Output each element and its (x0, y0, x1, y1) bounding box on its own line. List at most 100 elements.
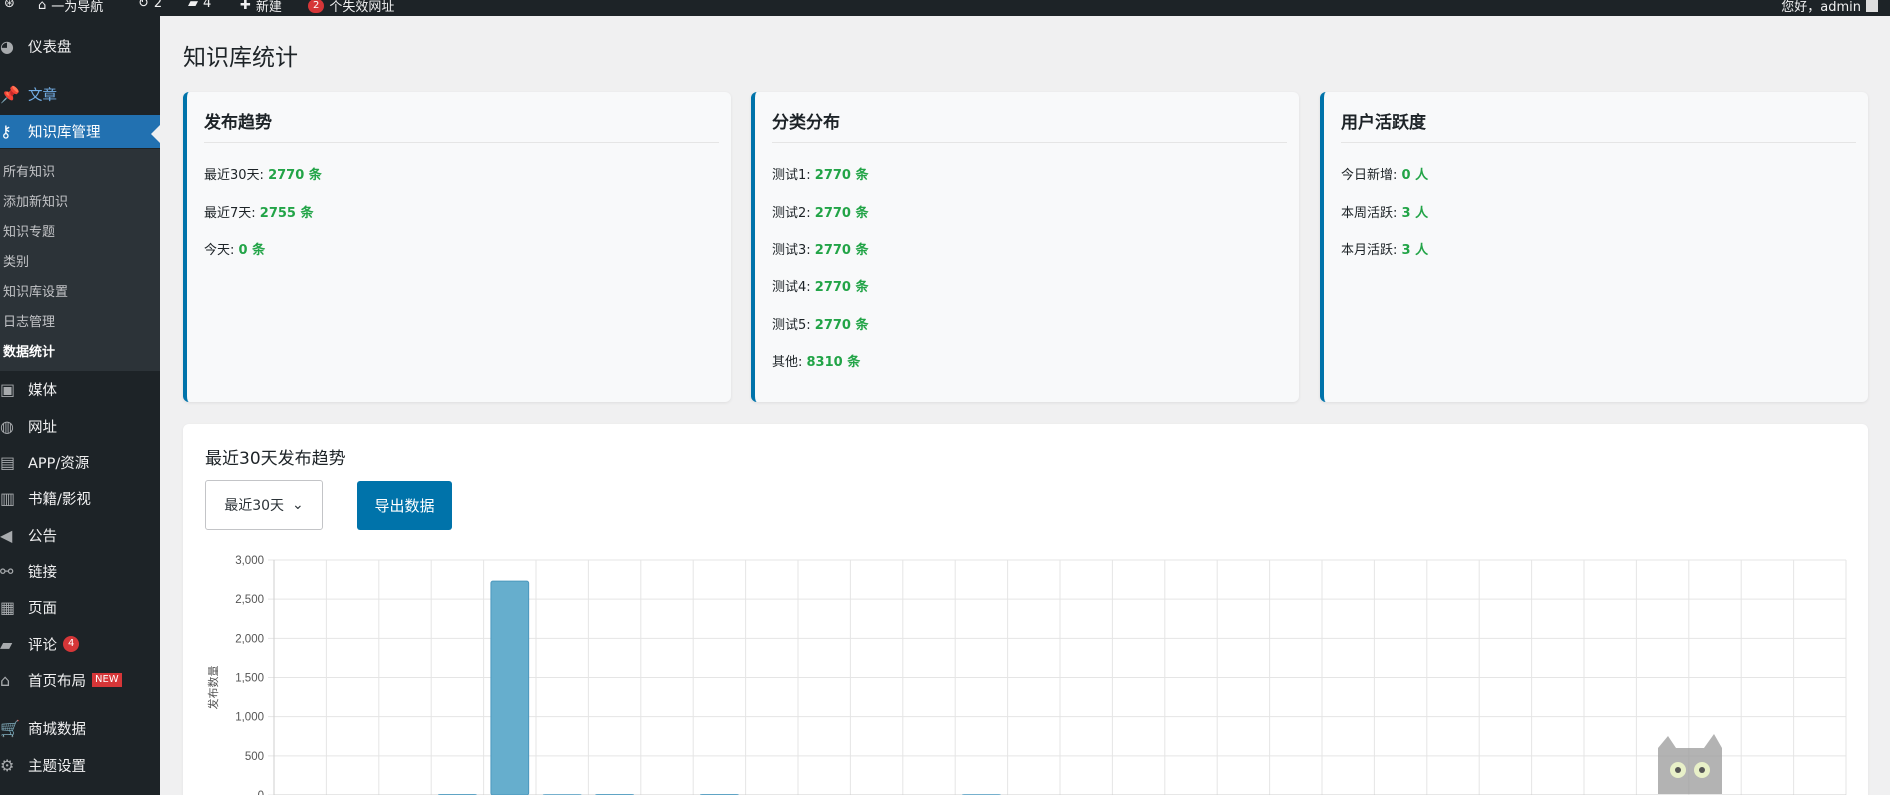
stat-label: 最近7天: (204, 206, 260, 221)
submenu-statistics[interactable]: 数据统计 (3, 341, 55, 360)
broken-count-badge: 2 (308, 0, 325, 13)
account-menu[interactable]: 您好，admin (1781, 0, 1878, 15)
menu-label: 网址 (28, 419, 57, 436)
stat-row: 测试1: 2770 条 (772, 164, 869, 183)
stat-row: 最近30天: 2770 条 (204, 164, 322, 183)
stat-row: 测试5: 2770 条 (772, 314, 869, 333)
export-data-button[interactable]: 导出数据 (357, 481, 452, 530)
y-tick-label: 1,500 (235, 673, 264, 685)
submenu-settings[interactable]: 知识库设置 (3, 281, 68, 300)
new-content-link[interactable]: ✚ 新建 (240, 0, 282, 15)
y-tick-label: 3,000 (235, 555, 264, 567)
key-icon: ⚷ (0, 122, 12, 141)
menu-label: 公告 (28, 528, 57, 545)
y-tick-label: 500 (245, 751, 264, 763)
menu-announcements[interactable]: ◀ 公告 (0, 520, 160, 550)
stat-row: 本周活跃: 3 人 (1341, 202, 1428, 221)
menu-home-layout[interactable]: ⌂ 首页布局 NEW (0, 665, 160, 695)
stat-row: 今日新增: 0 人 (1341, 164, 1428, 183)
gear-icon: ⚙ (0, 755, 15, 775)
stat-value: 3 人 (1401, 206, 1429, 221)
app-icon: ▤ (0, 452, 16, 472)
stat-value: 2770 条 (814, 280, 869, 295)
stat-row: 测试2: 2770 条 (772, 202, 869, 221)
menu-pages[interactable]: ▦ 页面 (0, 592, 160, 622)
card-title: 用户活跃度 (1341, 108, 1856, 143)
page-icon: ▦ (0, 597, 16, 617)
menu-theme-settings[interactable]: ⚙ 主题设置 (0, 750, 160, 780)
menu-label: 文章 (28, 87, 57, 104)
stat-row: 最近7天: 2755 条 (204, 202, 314, 221)
globe-icon: ◍ (0, 416, 14, 436)
user-activity-card: 用户活跃度 今日新增: 0 人 本周活跃: 3 人 本月活跃: 3 人 (1320, 92, 1868, 402)
cart-icon: 🛒 (0, 718, 20, 738)
new-label: 新建 (255, 0, 282, 15)
link-icon: ⚯ (0, 561, 14, 581)
media-icon: ▣ (0, 379, 16, 399)
range-select-value: 最近30天 (224, 498, 285, 514)
menu-posts[interactable]: 📌 文章 (0, 79, 160, 109)
bar-chart: 0 500 1,000 1,500 2,000 2,500 3,000 发布数量 (206, 555, 1847, 795)
book-icon: ▥ (0, 488, 16, 508)
site-name-label: 一为导航 (51, 0, 104, 15)
submenu-categories[interactable]: 类别 (3, 251, 29, 270)
menu-label: APP/资源 (28, 455, 90, 472)
stat-label: 本周活跃: (1341, 206, 1402, 221)
submenu-logs[interactable]: 日志管理 (3, 311, 55, 330)
y-axis-label: 发布数量 (206, 666, 220, 710)
y-tick-label: 2,000 (235, 633, 264, 645)
card-title: 分类分布 (772, 108, 1287, 143)
site-name-link[interactable]: ⌂ 一为导航 (38, 0, 103, 15)
stat-value: 2755 条 (259, 206, 314, 221)
stat-value: 2770 条 (814, 168, 869, 183)
broken-links-link[interactable]: 2 个失效网址 (308, 0, 394, 15)
category-distribution-card: 分类分布 测试1: 2770 条 测试2: 2770 条 测试3: 2770 条… (751, 92, 1299, 402)
menu-label: 页面 (28, 600, 57, 617)
cat-mascot-icon (1658, 734, 1722, 794)
updates-link[interactable]: ↻ 2 (138, 0, 162, 11)
menu-comments[interactable]: ▰ 评论 4 (0, 629, 160, 659)
menu-label: 链接 (28, 564, 57, 581)
submenu-all-knowledge[interactable]: 所有知识 (3, 161, 55, 180)
dashboard-icon: ◕ (0, 36, 14, 56)
home-icon: ⌂ (38, 0, 47, 13)
chart-title: 最近30天发布趋势 (205, 449, 346, 469)
stat-value: 8310 条 (806, 355, 861, 370)
admin-bar: ⊛ ⌂ 一为导航 ↻ 2 ▰ 4 ✚ 新建 2 个失效网址 您好，admin (0, 0, 1890, 16)
admin-sidebar: ◕ 仪表盘 📌 文章 ⚷ 知识库管理 所有知识 添加新知识 知识专题 类别 知识… (0, 16, 160, 795)
stat-row: 今天: 0 条 (204, 239, 265, 258)
comments-link[interactable]: ▰ 4 (188, 0, 211, 11)
menu-books[interactable]: ▥ 书籍/影视 (0, 483, 160, 513)
menu-shop-data[interactable]: 🛒 商城数据 (0, 713, 160, 743)
pin-icon: 📌 (0, 84, 20, 104)
menu-links[interactable]: ⚯ 链接 (0, 556, 160, 586)
menu-label: 书籍/影视 (28, 491, 91, 508)
menu-sites[interactable]: ◍ 网址 (0, 411, 160, 441)
stat-label: 最近30天: (204, 168, 269, 183)
stat-value: 2770 条 (814, 243, 869, 258)
plus-icon: ✚ (240, 0, 251, 13)
menu-dashboard[interactable]: ◕ 仪表盘 (0, 31, 160, 61)
stat-value: 3 人 (1401, 243, 1429, 258)
menu-label: 媒体 (28, 382, 57, 399)
chart-bar[interactable] (490, 580, 530, 795)
stat-value: 2770 条 (814, 318, 869, 333)
range-select[interactable]: 最近30天 ⌄ (205, 480, 323, 530)
stat-value: 2770 条 (814, 206, 869, 221)
stat-label: 测试4: (772, 280, 815, 295)
stat-row: 本月活跃: 3 人 (1341, 239, 1428, 258)
stat-row: 测试3: 2770 条 (772, 239, 869, 258)
comments-badge: 4 (63, 636, 80, 652)
submenu-topics[interactable]: 知识专题 (3, 221, 55, 240)
home-icon: ⌂ (0, 670, 11, 690)
updates-count: 2 (153, 0, 163, 11)
menu-knowledge-base[interactable]: ⚷ 知识库管理 (0, 115, 160, 148)
menu-apps[interactable]: ▤ APP/资源 (0, 447, 160, 477)
comments-count: 4 (203, 0, 212, 11)
submenu-add-knowledge[interactable]: 添加新知识 (3, 191, 68, 210)
menu-label: 首页布局 (28, 673, 86, 690)
menu-media[interactable]: ▣ 媒体 (0, 374, 160, 404)
menu-label: 评论 (28, 637, 57, 654)
wordpress-logo-icon[interactable]: ⊛ (4, 0, 15, 11)
stat-label: 今天: (204, 243, 239, 258)
